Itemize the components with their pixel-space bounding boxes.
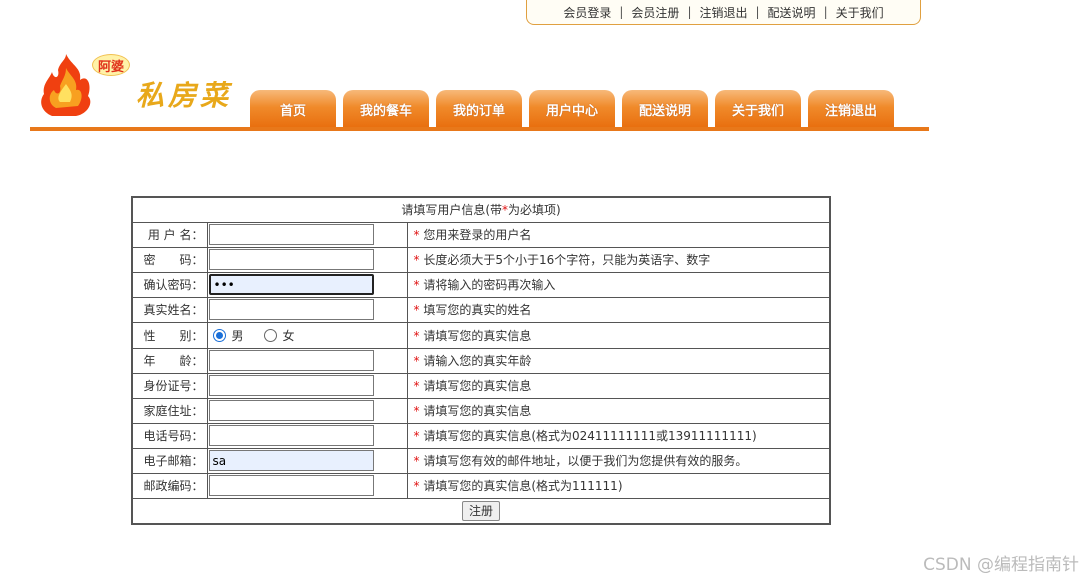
link-member-login[interactable]: 会员登录	[563, 4, 611, 21]
required-star: *	[413, 379, 420, 393]
caption-text: 为必填项)	[508, 203, 561, 218]
gender-female-label: 女	[282, 328, 295, 343]
form-row-submit: 注册	[131, 497, 831, 525]
nav-tab-user-center[interactable]: 用户中心	[529, 90, 615, 128]
nav-tab-home[interactable]: 首页	[250, 90, 336, 128]
nav-tab-cart[interactable]: 我的餐车	[343, 90, 429, 128]
link-delivery-info[interactable]: 配送说明	[768, 4, 816, 21]
address-hint: 请填写您的真实信息	[423, 404, 532, 418]
form-row-confirm-password: 确认密码： * 请将输入的密码再次输入	[131, 271, 831, 298]
required-star: *	[413, 479, 420, 493]
phone-label: 电话号码：	[131, 422, 208, 449]
form-row-postal-code: 邮政编码： * 请填写您的真实信息(格式为111111)	[131, 472, 831, 499]
gender-hint: 请填写您的真实信息	[423, 328, 532, 343]
registration-form: 请填写用户信息(带*为必填项) 用 户 名： * 您用来登录的用户名 密 码： …	[131, 196, 831, 525]
link-member-register[interactable]: 会员注册	[631, 4, 679, 21]
nav-tab-delivery[interactable]: 配送说明	[622, 90, 708, 128]
form-row-username: 用 户 名： * 您用来登录的用户名	[131, 221, 831, 248]
brand-name: 私房菜	[136, 79, 233, 112]
nav-tab-logout[interactable]: 注销退出	[808, 90, 894, 128]
separator: |	[619, 5, 624, 19]
brand-tag: 阿婆	[92, 54, 130, 76]
nav-tab-about[interactable]: 关于我们	[715, 90, 801, 128]
username-input[interactable]	[208, 224, 374, 245]
phone-hint: 请填写您的真实信息(格式为02411111111或13911111111)	[423, 429, 757, 443]
required-star: *	[413, 278, 420, 292]
id-number-hint: 请填写您的真实信息	[423, 379, 532, 393]
separator: |	[755, 5, 760, 19]
username-hint: 您用来登录的用户名	[423, 228, 532, 242]
form-row-email: 电子邮箱： * 请填写您有效的邮件地址，以便于我们为您提供有效的服务。	[131, 447, 831, 474]
link-logout[interactable]: 注销退出	[699, 4, 747, 21]
required-star: *	[413, 404, 420, 418]
gender-female-radio[interactable]	[263, 328, 277, 342]
phone-input[interactable]	[208, 425, 374, 446]
form-row-age: 年 龄： * 请输入您的真实年龄	[131, 347, 831, 374]
form-row-password: 密 码： * 长度必须大于5个小于16个字符，只能为英语字、数字	[131, 246, 831, 273]
confirm-password-input[interactable]	[208, 274, 374, 295]
email-label: 电子邮箱：	[131, 447, 208, 474]
password-hint: 长度必须大于5个小于16个字符，只能为英语字、数字	[423, 253, 711, 267]
separator: |	[823, 5, 828, 19]
required-star: *	[413, 253, 420, 267]
flame-icon	[41, 54, 91, 116]
nav-divider	[30, 127, 929, 131]
required-star: *	[413, 354, 420, 368]
confirm-password-hint: 请将输入的密码再次输入	[423, 278, 556, 292]
form-row-id-number: 身份证号： * 请填写您的真实信息	[131, 372, 831, 399]
real-name-input[interactable]	[208, 299, 374, 320]
address-label: 家庭住址：	[131, 397, 208, 424]
age-input[interactable]	[208, 350, 374, 371]
password-input[interactable]	[208, 249, 374, 270]
real-name-hint: 填写您的真实的姓名	[423, 303, 532, 317]
required-star: *	[413, 228, 420, 242]
username-label: 用 户 名：	[131, 221, 208, 248]
real-name-label: 真实姓名：	[131, 296, 208, 323]
id-number-input[interactable]	[208, 375, 374, 396]
form-row-address: 家庭住址： * 请填写您的真实信息	[131, 397, 831, 424]
register-button[interactable]: 注册	[461, 500, 500, 521]
nav-tab-orders[interactable]: 我的订单	[436, 90, 522, 128]
caption-text: 请填写用户信息(带	[401, 203, 502, 218]
address-input[interactable]	[208, 400, 374, 421]
id-number-label: 身份证号：	[131, 372, 208, 399]
email-input[interactable]	[208, 450, 374, 471]
required-star: *	[413, 328, 420, 343]
link-about-us[interactable]: 关于我们	[836, 4, 884, 21]
top-links-bar: 会员登录 | 会员注册 | 注销退出 | 配送说明 | 关于我们	[526, 0, 921, 25]
age-label: 年 龄：	[131, 347, 208, 374]
age-hint: 请输入您的真实年龄	[423, 354, 532, 368]
form-caption: 请填写用户信息(带*为必填项)	[131, 196, 831, 223]
postal-code-input[interactable]	[208, 475, 374, 496]
gender-male-radio[interactable]	[212, 328, 226, 342]
gender-male-label: 男	[231, 328, 244, 343]
form-row-gender: 性 别： 男 女 * 请填写您的真实信息	[131, 321, 831, 349]
required-star: *	[413, 303, 420, 317]
required-star: *	[413, 454, 420, 468]
password-label: 密 码：	[131, 246, 208, 273]
form-row-phone: 电话号码： * 请填写您的真实信息(格式为02411111111或1391111…	[131, 422, 831, 449]
postal-code-hint: 请填写您的真实信息(格式为111111)	[423, 479, 623, 493]
gender-label: 性 别：	[131, 321, 208, 349]
main-nav: 首页 我的餐车 我的订单 用户中心 配送说明 关于我们 注销退出	[250, 90, 901, 128]
postal-code-label: 邮政编码：	[131, 472, 208, 499]
form-row-real-name: 真实姓名： * 填写您的真实的姓名	[131, 296, 831, 323]
watermark: CSDN @编程指南针	[923, 555, 1079, 575]
confirm-password-label: 确认密码：	[131, 271, 208, 298]
email-hint: 请填写您有效的邮件地址，以便于我们为您提供有效的服务。	[423, 454, 748, 468]
separator: |	[687, 5, 692, 19]
required-star: *	[413, 429, 420, 443]
gender-radio-group: 男 女	[209, 323, 407, 348]
site-logo: 阿婆 私房菜	[38, 52, 238, 122]
